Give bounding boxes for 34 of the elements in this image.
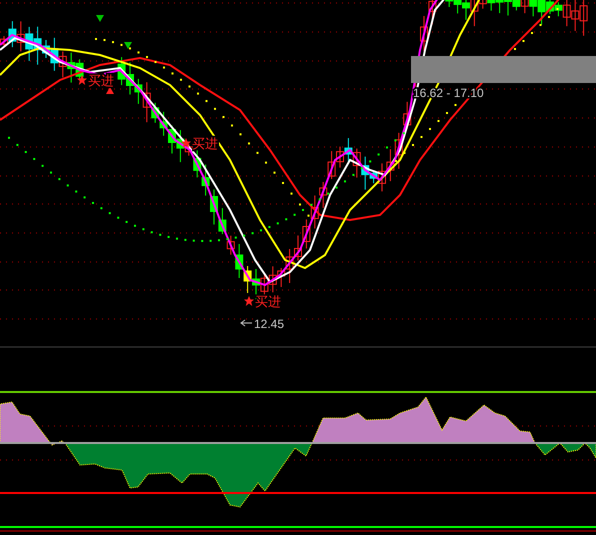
low-price-label: 12.45	[254, 317, 284, 331]
candlestick	[58, 50, 67, 78]
sell-triangle-icon	[96, 15, 104, 22]
candlestick	[302, 219, 310, 249]
candlestick	[16, 20, 25, 52]
left-arrow-icon	[240, 320, 252, 326]
buy-signal-label: 买进	[88, 74, 114, 89]
buy-signal-label: 买进	[255, 295, 281, 310]
candlestick	[202, 164, 210, 196]
star-icon	[77, 75, 87, 85]
candlestick	[118, 56, 126, 86]
buy-triangle-icon	[106, 87, 114, 94]
star-icon	[181, 138, 191, 148]
buy-signal-label: 买进	[192, 137, 218, 152]
sell-triangle-icon	[124, 42, 132, 49]
candlestick	[160, 111, 168, 136]
candlestick	[580, 0, 588, 36]
candlestick	[352, 148, 361, 178]
candlestick	[260, 274, 268, 297]
candlestick	[571, 0, 580, 32]
candlestick	[344, 138, 352, 164]
candlestick	[244, 266, 252, 294]
candlestick	[386, 148, 394, 182]
candlestick	[328, 150, 336, 180]
candlestick	[218, 208, 226, 235]
candlestick	[268, 266, 277, 293]
candlestick	[310, 195, 319, 229]
candlestick	[25, 26, 34, 62]
candlestick	[496, 0, 504, 14]
candlestick	[67, 52, 76, 84]
candlestick	[520, 0, 529, 14]
star-icon	[244, 296, 254, 306]
candlestick	[319, 181, 328, 208]
candlestick	[487, 0, 496, 12]
